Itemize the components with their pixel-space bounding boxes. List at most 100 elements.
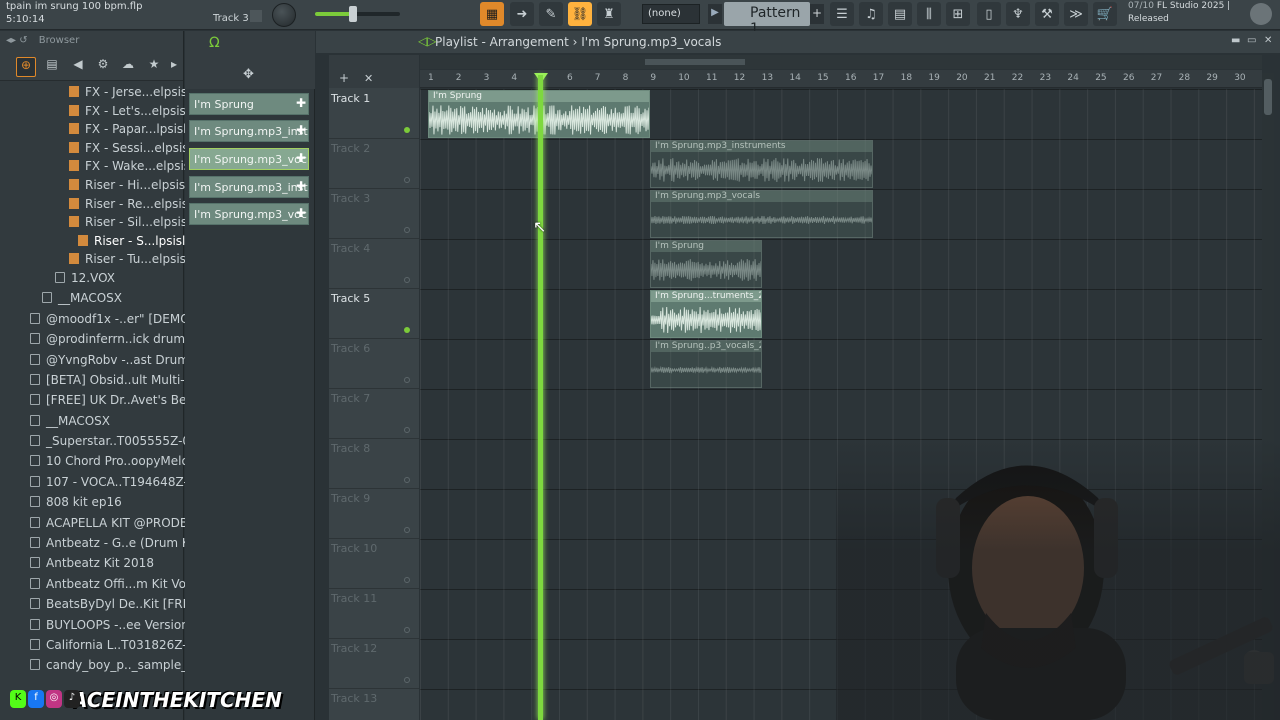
- fl-logo-icon[interactable]: [1250, 3, 1272, 25]
- browser-icon[interactable]: ⊞: [946, 2, 970, 26]
- maximize-icon[interactable]: ▭: [1247, 35, 1256, 46]
- master-volume-thumb[interactable]: [349, 6, 357, 22]
- add-clip-icon[interactable]: ✚: [296, 151, 306, 165]
- track-mute-led[interactable]: [404, 377, 410, 383]
- close-icon[interactable]: ✕: [1264, 35, 1272, 46]
- browser-file[interactable]: FX - Sessi...elpsisleet: [0, 139, 211, 158]
- browser-filter-all-icon[interactable]: ⊕: [16, 57, 36, 77]
- track-header[interactable]: Track 12: [329, 639, 419, 689]
- browser-files-icon[interactable]: ▤: [42, 57, 62, 77]
- clip-header[interactable]: I'm Sprung..p3_vocals_2: [651, 341, 761, 352]
- browser-folder[interactable]: _Superstar..T005555Z-001: [0, 432, 205, 452]
- clip-source-item[interactable]: I'm Sprung.mp3_voc... ✚: [189, 203, 309, 225]
- track-header[interactable]: Track 10: [329, 539, 419, 589]
- plugin-icon[interactable]: ♆: [1006, 2, 1030, 26]
- track-mute-led[interactable]: [404, 527, 410, 533]
- track-mute-led[interactable]: [404, 277, 410, 283]
- clip-source-item[interactable]: I'm Sprung ✚: [189, 93, 309, 115]
- metronome-icon[interactable]: ♜: [597, 2, 621, 26]
- mixer-icon[interactable]: ⫼: [917, 2, 941, 26]
- browser-cloud-icon[interactable]: ☁: [118, 57, 138, 77]
- clip-header[interactable]: I'm Sprung.mp3_instruments: [651, 141, 872, 152]
- magnet-icon[interactable]: Ω: [209, 35, 220, 51]
- track-mute-led[interactable]: [404, 477, 410, 483]
- playlist-play-icon[interactable]: ◁▷: [418, 34, 436, 48]
- track-header[interactable]: Track 1: [329, 89, 419, 139]
- browser-folder[interactable]: __MACOSX: [0, 412, 184, 432]
- track-header[interactable]: Track 3: [329, 189, 419, 239]
- piano-roll-icon[interactable]: ♫: [859, 2, 883, 26]
- browser-folder[interactable]: BeatsByDyl De..Kit [FREE]: [0, 595, 203, 615]
- browser-file[interactable]: Riser - Tu...elpsisleet: [0, 250, 209, 269]
- shop-icon[interactable]: 🛒: [1093, 2, 1117, 26]
- browser-file[interactable]: Riser - Sil...elpsisleet: [0, 213, 210, 232]
- track-mute-led[interactable]: [404, 227, 410, 233]
- browser-folder[interactable]: Antbeatz Kit 2018: [0, 554, 184, 574]
- browser-folder[interactable]: BUYLOOPS -..ee Version): [0, 616, 194, 636]
- track-header[interactable]: Track 9: [329, 489, 419, 539]
- track-mute-led[interactable]: [404, 677, 410, 683]
- browser-folder[interactable]: California L..T031826Z-001: [0, 636, 210, 656]
- add-clip-icon[interactable]: ✚: [296, 206, 306, 220]
- audio-clip[interactable]: I'm Sprung.mp3_instruments: [650, 140, 873, 188]
- channel-rack-icon[interactable]: ▤: [888, 2, 912, 26]
- audio-clip[interactable]: I'm Sprung..p3_vocals_2: [650, 340, 762, 388]
- pattern-play-icon[interactable]: ▶: [708, 4, 722, 24]
- browser-speaker-icon[interactable]: ◀: [68, 57, 88, 77]
- browser-folder[interactable]: candy_boy_p.._sample_kit: [0, 656, 202, 676]
- add-track-icon[interactable]: +: [339, 71, 349, 85]
- clip-source-item[interactable]: I'm Sprung.mp3_inst... ✚: [189, 120, 309, 142]
- tools-icon[interactable]: ⚒: [1035, 2, 1059, 26]
- browser-folder[interactable]: @YvngRobv -..ast Drum Kit: [0, 351, 209, 371]
- browser-folder[interactable]: @moodf1x -..er" [DEMO]: [0, 310, 194, 330]
- draw-tool-icon[interactable]: ✎: [539, 2, 563, 26]
- track-header[interactable]: Track 11: [329, 589, 419, 639]
- browser-file[interactable]: FX - Jerse...elpsisleet: [0, 83, 210, 102]
- browser-file[interactable]: Riser - Hi...elpsisleet: [0, 176, 208, 195]
- add-clip-icon[interactable]: ✚: [296, 96, 306, 110]
- track-header[interactable]: Track 2: [329, 139, 419, 189]
- pattern-song-toggle-icon[interactable]: ▦: [480, 2, 504, 26]
- browser-folder[interactable]: 12.VOX: [0, 269, 184, 289]
- add-pattern-button[interactable]: +: [810, 4, 824, 24]
- pattern-select-dropdown[interactable]: (none): [642, 4, 700, 24]
- browser-folder[interactable]: 10 Chord Pro..oopyMelody: [0, 452, 204, 472]
- file-icon[interactable]: ▯: [977, 2, 1001, 26]
- browser-folder[interactable]: ACAPELLA KIT @PRODBYLJS: [0, 514, 213, 534]
- link-icon[interactable]: ⛓: [568, 2, 592, 26]
- clip-header[interactable]: I'm Sprung: [651, 241, 761, 252]
- browser-file[interactable]: Riser - S...lpsisleet: [0, 232, 205, 251]
- overview-thumb[interactable]: [645, 59, 745, 65]
- track-mute-led[interactable]: [404, 327, 410, 333]
- browser-file[interactable]: FX - Papar...lpsisleet: [0, 120, 206, 139]
- play-icon[interactable]: ➜: [510, 2, 534, 26]
- browser-collapse-icon[interactable]: ▸: [164, 57, 184, 77]
- browser-folder[interactable]: 107 - VOCA..T194648Z-001: [0, 473, 211, 493]
- clip-header[interactable]: I'm Sprung...truments_2: [651, 291, 761, 302]
- track-header[interactable]: Track 5: [329, 289, 419, 339]
- remove-track-icon[interactable]: ✕: [364, 72, 373, 85]
- vertical-scroll-thumb[interactable]: [1264, 79, 1272, 115]
- hint-toggle[interactable]: [250, 10, 262, 22]
- playhead-line[interactable]: [538, 75, 543, 720]
- clip-header[interactable]: I'm Sprung.mp3_vocals: [651, 191, 872, 202]
- track-mute-led[interactable]: [404, 577, 410, 583]
- browser-star-icon[interactable]: ★: [144, 57, 164, 77]
- add-clip-icon[interactable]: ✚: [296, 179, 306, 193]
- track-header[interactable]: Track 4: [329, 239, 419, 289]
- track-header[interactable]: Track 7: [329, 389, 419, 439]
- clip-source-item[interactable]: I'm Sprung.mp3_voc... ✚: [189, 148, 309, 170]
- send-icon[interactable]: ≫: [1064, 2, 1088, 26]
- track-mute-led[interactable]: [404, 427, 410, 433]
- minimize-icon[interactable]: ▬: [1231, 35, 1240, 46]
- playlist-icon[interactable]: ☰: [830, 2, 854, 26]
- browser-folder[interactable]: __MACOSX: [0, 289, 184, 309]
- browser-folder[interactable]: [FREE] UK Dr..Avet's Beats: [0, 391, 205, 411]
- browser-folder[interactable]: @prodinferrn..ick drumkit: [0, 330, 200, 350]
- track-header[interactable]: Track 6: [329, 339, 419, 389]
- audio-clip[interactable]: I'm Sprung.mp3_vocals: [650, 190, 873, 238]
- audio-clip[interactable]: I'm Sprung: [650, 240, 762, 288]
- browser-folder[interactable]: Antbeatz - G..e (Drum Kit): [0, 534, 203, 554]
- browser-file[interactable]: FX - Let's...elpsisleet: [0, 102, 209, 121]
- track-mute-led[interactable]: [404, 177, 410, 183]
